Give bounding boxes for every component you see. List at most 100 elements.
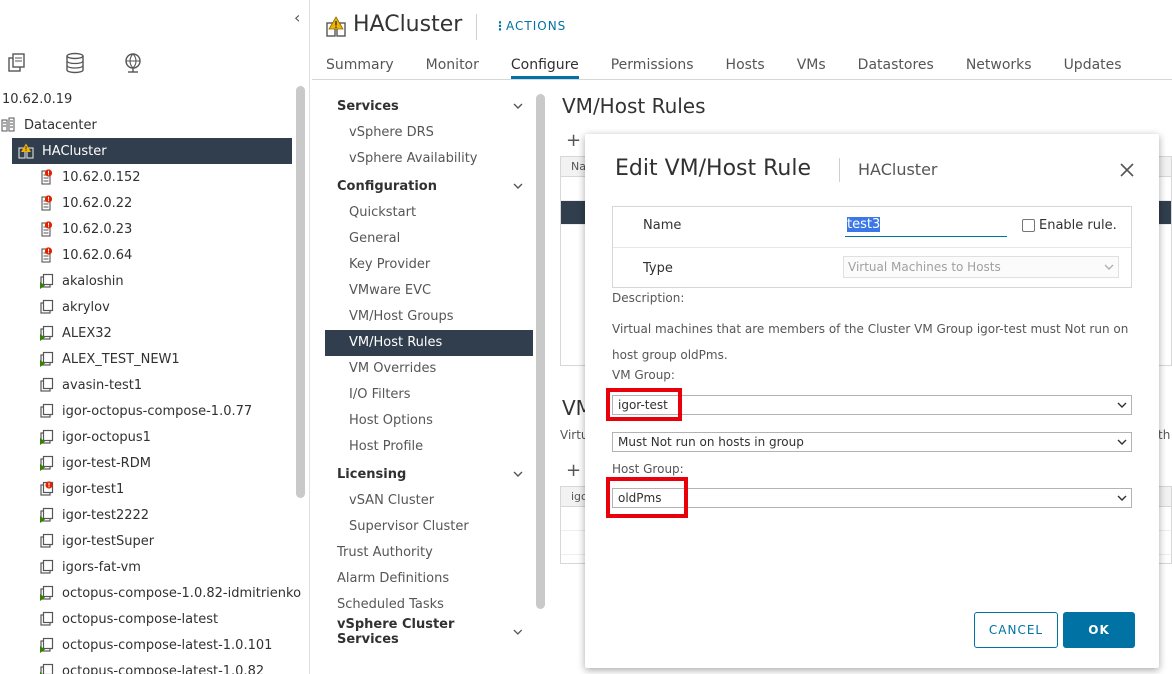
tab-summary[interactable]: Summary (326, 53, 394, 79)
tab-networks[interactable]: Networks (966, 53, 1032, 79)
tree-item[interactable]: igor-octopus-compose-1.0.77 (0, 398, 294, 424)
tree-item[interactable]: akrylov (0, 294, 294, 320)
tree-item[interactable]: octopus-compose-latest (0, 606, 294, 632)
cluster-warning-icon (326, 16, 346, 37)
tab-permissions[interactable]: Permissions (611, 53, 694, 79)
tab-configure[interactable]: Configure (510, 53, 579, 79)
tree-item[interactable]: igor-testSuper (0, 528, 294, 554)
tree-item[interactable]: igor-test2222 (0, 502, 294, 528)
tab-hosts[interactable]: Hosts (726, 53, 765, 79)
network-icon[interactable] (122, 52, 144, 74)
tree-item-label: 10.62.0.64 (62, 247, 133, 263)
subnav-item-scheduled-tasks[interactable]: Scheduled Tasks (325, 592, 533, 618)
subnav-item-i-o-filters[interactable]: I/O Filters (325, 382, 533, 408)
tree-item[interactable]: 10.62.0.22 (0, 190, 294, 216)
tree-item[interactable]: 10.62.0.19 (0, 86, 294, 112)
chevron-down-icon[interactable] (513, 181, 523, 191)
add-rule-icon[interactable]: + (566, 130, 581, 151)
dialog-title-divider (839, 158, 840, 182)
tab-vms[interactable]: VMs (797, 53, 826, 79)
storage-icon[interactable] (64, 52, 86, 74)
dialog-title: Edit VM/Host Rule (615, 156, 812, 181)
subnav-section-configuration[interactable]: Configuration (325, 172, 533, 200)
subnav-scrollbar[interactable] (536, 94, 545, 609)
tab-monitor[interactable]: Monitor (426, 53, 479, 79)
tree-item[interactable]: Datacenter (0, 112, 294, 138)
subnav-item-vsphere-availability[interactable]: vSphere Availability (325, 146, 533, 172)
host-group-highlight (606, 477, 688, 518)
subnav-section-licensing[interactable]: Licensing (325, 460, 533, 488)
type-label: Type (643, 261, 673, 276)
cancel-button[interactable]: CANCEL (974, 612, 1058, 648)
tree-item[interactable]: igors-fat-vm (0, 554, 294, 580)
subnav-item-host-profile[interactable]: Host Profile (325, 434, 533, 460)
type-select: Virtual Machines to Hosts (843, 256, 1119, 278)
tree-item-label: 10.62.0.19 (2, 91, 73, 107)
tree-item[interactable]: 10.62.0.152 (0, 164, 294, 190)
chevron-down-icon[interactable] (513, 627, 523, 637)
host-alert-icon (38, 221, 54, 237)
vm-group-label: VM Group: (612, 368, 675, 382)
hosts-clusters-icon[interactable] (6, 52, 28, 74)
subnav-section-vsphere-cluster-services[interactable]: vSphere Cluster Services (325, 617, 533, 647)
chevron-down-icon[interactable] (513, 101, 523, 111)
page-title: HACluster (353, 12, 463, 37)
chevron-down-icon (1104, 264, 1114, 270)
tree-item[interactable]: ALEX_TEST_NEW1 (0, 346, 294, 372)
host-alert-icon (38, 169, 54, 185)
tab-datastores[interactable]: Datastores (858, 53, 934, 79)
section-description-tail: th (1158, 428, 1171, 442)
subnav-item-vm-host-groups[interactable]: VM/Host Groups (325, 304, 533, 330)
tree-scrollbar[interactable] (296, 86, 305, 498)
tree-item[interactable]: 10.62.0.23 (0, 216, 294, 242)
host-alert-icon (38, 247, 54, 263)
tree-item[interactable]: igor-test1 (0, 476, 294, 502)
subnav-item-host-options[interactable]: Host Options (325, 408, 533, 434)
name-value: test3 (847, 217, 881, 232)
vm-group-highlight (606, 388, 682, 421)
datacenter-icon (0, 117, 16, 133)
name-input[interactable]: test3 (845, 217, 1007, 237)
vm-group-select[interactable]: igor-test (612, 395, 1132, 415)
subnav-item-alarm-definitions[interactable]: Alarm Definitions (325, 566, 533, 592)
actions-menu-button[interactable]: ⋮ACTIONS (494, 19, 566, 33)
tree-item[interactable]: octopus-compose-latest-1.0.101 (0, 632, 294, 658)
tree-item[interactable]: octopus-compose-1.0.82-idmitrienko (0, 580, 301, 606)
host-group-select[interactable]: oldPms (612, 488, 1132, 508)
enable-rule-checkbox[interactable] (1022, 219, 1035, 232)
tree-item[interactable]: 10.62.0.64 (0, 242, 294, 268)
vm-on-icon (38, 429, 54, 445)
subnav-item-vm-overrides[interactable]: VM Overrides (325, 356, 533, 382)
ok-button[interactable]: OK (1063, 612, 1135, 648)
subnav-item-vmware-evc[interactable]: VMware EVC (325, 278, 533, 304)
vm-icon (38, 403, 54, 419)
subnav-section-label: Configuration (337, 178, 437, 194)
tree-item[interactable]: akaloshin (0, 268, 294, 294)
chevron-down-icon (1117, 495, 1127, 501)
subnav-item-vm-host-rules[interactable]: VM/Host Rules (325, 330, 533, 356)
collapse-panel-button[interactable]: ‹ (294, 8, 300, 27)
tree-item[interactable]: igor-test-RDM (0, 450, 294, 476)
subnav-section-services[interactable]: Services (325, 92, 533, 120)
actions-label: ACTIONS (506, 19, 567, 33)
subnav-item-general[interactable]: General (325, 226, 533, 252)
tab-updates[interactable]: Updates (1064, 53, 1122, 79)
subnav-item-trust-authority[interactable]: Trust Authority (325, 540, 533, 566)
subnav-section-label: Services (337, 98, 399, 114)
subnav-section-label: Licensing (337, 466, 407, 482)
enable-rule-label[interactable]: Enable rule. (1039, 218, 1117, 233)
tree-item[interactable]: igor-octopus1 (0, 424, 294, 450)
tree-item[interactable]: avasin-test1 (0, 372, 294, 398)
subnav-item-supervisor-cluster[interactable]: Supervisor Cluster (325, 514, 533, 540)
subnav-item-vsphere-drs[interactable]: vSphere DRS (325, 120, 533, 146)
add-member-icon[interactable]: + (566, 460, 581, 481)
subnav-item-vsan-cluster[interactable]: vSAN Cluster (325, 488, 533, 514)
tree-item[interactable]: HACluster (12, 138, 292, 164)
subnav-item-key-provider[interactable]: Key Provider (325, 252, 533, 278)
relation-select[interactable]: Must Not run on hosts in group (612, 432, 1132, 452)
tree-item[interactable]: ALEX32 (0, 320, 294, 346)
close-icon[interactable] (1119, 162, 1135, 178)
tree-item[interactable]: octopus-compose-latest-1.0.82 (0, 658, 294, 674)
chevron-down-icon[interactable] (513, 469, 523, 479)
subnav-item-quickstart[interactable]: Quickstart (325, 200, 533, 226)
